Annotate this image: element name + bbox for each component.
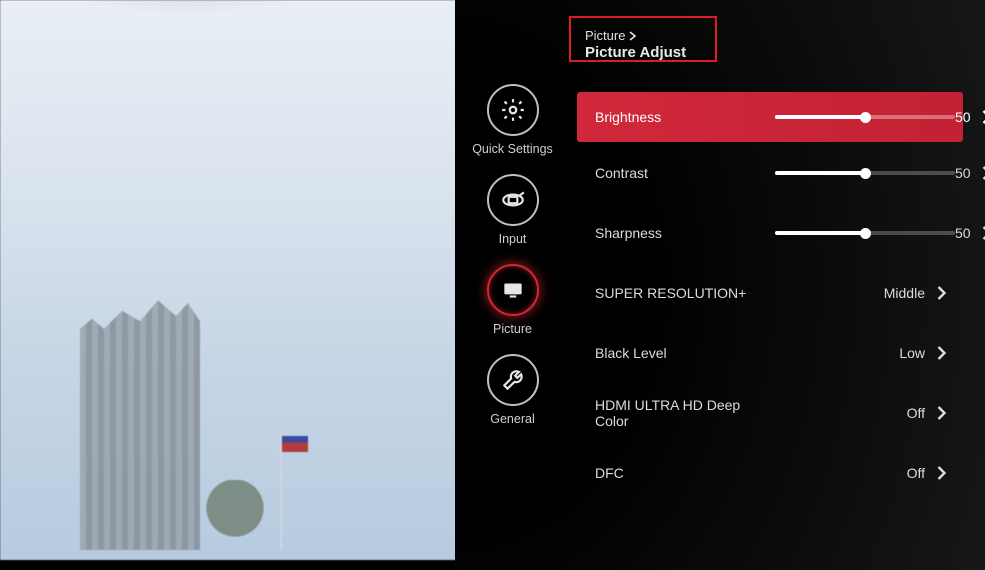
chevron-right-icon (933, 405, 949, 421)
slider-brightness[interactable] (775, 115, 955, 119)
setting-row-sharpness[interactable]: Sharpness50 (577, 204, 963, 262)
setting-row-brightness[interactable]: Brightness50 (577, 92, 963, 142)
setting-value: Off (877, 465, 933, 481)
background-photo (0, 0, 465, 560)
setting-control (775, 115, 955, 119)
settings-panel: Picture Picture Adjust Quick Settings Inp… (455, 0, 985, 570)
chevron-right-icon (979, 225, 985, 241)
monitor-icon (487, 264, 539, 316)
chevron-right-icon (933, 345, 949, 361)
input-icon (487, 174, 539, 226)
sidebar: Quick Settings Input Picture General (465, 84, 560, 426)
settings-list: Brightness50Contrast50Sharpness50SUPER R… (577, 92, 963, 502)
chevron-right-icon (933, 465, 949, 481)
setting-value: 50 (955, 109, 979, 125)
setting-label: Contrast (595, 165, 775, 181)
tree-shape (205, 480, 265, 550)
setting-label: SUPER RESOLUTION+ (595, 285, 775, 301)
sidebar-item-label: General (490, 412, 534, 426)
chevron-right-icon (979, 109, 985, 125)
flagpole-shape (280, 430, 282, 550)
wrench-icon (487, 354, 539, 406)
setting-control (775, 171, 955, 175)
setting-label: DFC (595, 465, 775, 481)
setting-row-superres[interactable]: SUPER RESOLUTION+ Middle (577, 264, 963, 322)
setting-row-blacklevel[interactable]: Black Level Low (577, 324, 963, 382)
setting-value: Off (877, 405, 933, 421)
setting-label: Sharpness (595, 225, 775, 241)
slider-sharpness[interactable] (775, 231, 955, 235)
setting-row-hdmideepcolor[interactable]: HDMI ULTRA HD Deep Color Off (577, 384, 963, 442)
chevron-right-icon (979, 165, 985, 181)
sidebar-item-general[interactable]: General (487, 354, 539, 426)
setting-value: 50 (955, 225, 979, 241)
building-shape (80, 290, 200, 550)
breadcrumb-parent: Picture (585, 28, 625, 43)
sidebar-item-input[interactable]: Input (487, 174, 539, 246)
chevron-right-icon (629, 31, 636, 41)
sidebar-item-label: Picture (493, 322, 532, 336)
slider-contrast[interactable] (775, 171, 955, 175)
sidebar-item-label: Quick Settings (472, 142, 553, 156)
setting-control (775, 231, 955, 235)
setting-value: Low (877, 345, 933, 361)
setting-label: HDMI ULTRA HD Deep Color (595, 397, 775, 429)
setting-label: Brightness (595, 109, 775, 125)
setting-row-contrast[interactable]: Contrast50 (577, 144, 963, 202)
chevron-right-icon (933, 285, 949, 301)
setting-value: 50 (955, 165, 979, 181)
sidebar-item-label: Input (499, 232, 527, 246)
setting-row-dfc[interactable]: DFC Off (577, 444, 963, 502)
page-title: Picture Adjust (585, 44, 686, 61)
breadcrumb: Picture Picture Adjust (577, 22, 726, 69)
setting-label: Black Level (595, 345, 775, 361)
setting-value: Middle (877, 285, 933, 301)
sidebar-item-quick-settings[interactable]: Quick Settings (472, 84, 553, 156)
sidebar-item-picture[interactable]: Picture (487, 264, 539, 336)
gear-icon (487, 84, 539, 136)
